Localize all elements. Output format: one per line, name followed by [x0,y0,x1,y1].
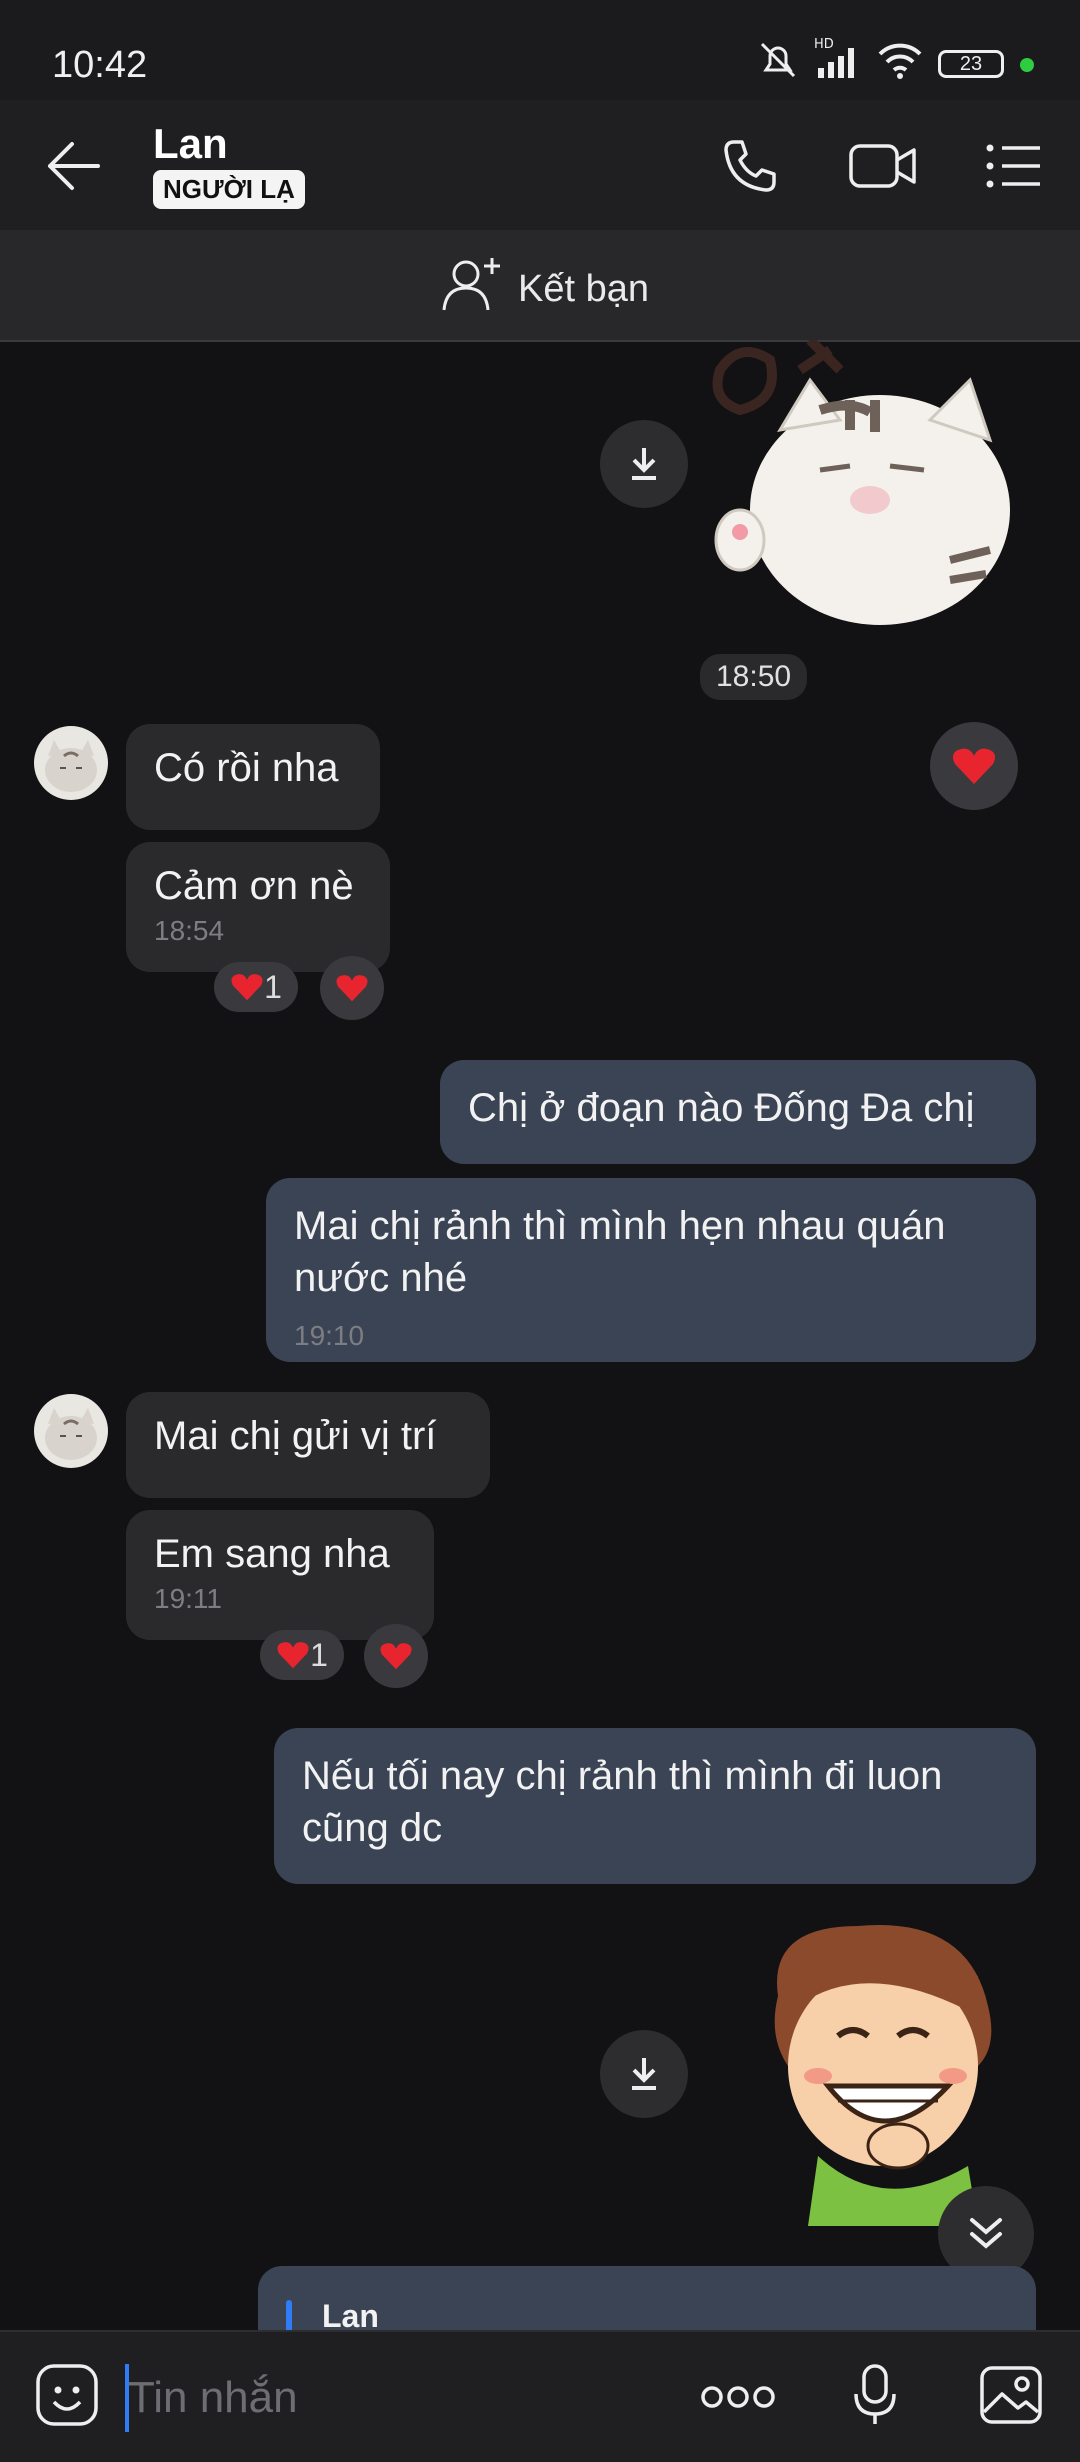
message-input[interactable] [128,2368,648,2428]
heart-reaction-button[interactable] [320,956,384,1020]
incoming-message[interactable]: Mai chị gửi vị trí [126,1392,490,1498]
download-button[interactable] [600,2030,688,2118]
more-options-icon[interactable] [700,2382,776,2417]
network-badge: HD [814,37,834,52]
heart-icon [953,748,995,784]
video-call-icon[interactable] [848,140,918,197]
heart-icon [231,974,263,1001]
download-icon [632,448,656,480]
reaction-summary[interactable]: 1 [260,1630,344,1680]
reaction-count: 1 [264,968,282,1005]
contact-name[interactable]: Lan [153,120,228,168]
message-text: Chị ở đoạn nào Đống Đa chị [468,1086,975,1130]
privacy-dot [1020,58,1034,72]
heart-icon [277,1642,309,1669]
add-friend-label[interactable]: Kết bạn [518,268,649,311]
heart-icon [336,975,368,1002]
status-time: 10:42 [52,44,148,86]
outgoing-message[interactable]: Mai chị rảnh thì mình hẹn nhau quán nước… [266,1178,1036,1362]
sticker-timestamp: 18:50 [700,654,808,700]
stranger-badge: NGƯỜI LẠ [153,170,305,209]
reaction-summary[interactable]: 1 [214,962,298,1012]
message-timestamp: 18:54 [154,915,225,946]
download-icon [632,2058,656,2090]
heart-icon [380,1643,412,1670]
avatar[interactable] [34,726,108,800]
message-text: Mai chị rảnh thì mình hẹn nhau quán nước… [294,1204,946,1300]
message-text: Em sang nha [154,1532,390,1576]
image-gallery-icon[interactable] [978,2364,1044,2431]
wifi-icon [876,40,924,85]
message-timestamp: 19:10 [294,1320,365,1351]
boy-sticker[interactable] [748,1916,1018,2231]
reaction-count: 1 [310,1636,328,1673]
incoming-message[interactable]: Em sang nha 19:11 [126,1510,434,1640]
message-timestamp: 19:11 [154,1583,222,1614]
heart-reaction-button[interactable] [364,1624,428,1688]
message-text: Có rồi nha [154,746,339,790]
outgoing-message[interactable]: Nếu tối nay chị rảnh thì mình đi luon cũ… [274,1728,1036,1884]
message-text: Nếu tối nay chị rảnh thì mình đi luon cũ… [302,1754,943,1850]
heart-reaction-button[interactable] [930,722,1018,810]
incoming-message[interactable]: Cảm ơn nè 18:54 [126,842,390,972]
battery-icon: 23 [938,50,1004,78]
sticker-emoji-icon[interactable] [34,2362,100,2433]
menu-icon[interactable] [986,144,1042,193]
message-text: Mai chị gửi vị trí [154,1414,437,1458]
outgoing-message[interactable]: Chị ở đoạn nào Đống Đa chị [440,1060,1036,1164]
microphone-icon[interactable] [852,2362,898,2433]
back-icon[interactable] [46,140,102,197]
avatar[interactable] [34,1394,108,1468]
double-chevron-down-icon [970,2218,1002,2249]
cat-sticker[interactable] [700,336,1040,635]
incoming-message[interactable]: Có rồi nha [126,724,380,830]
mute-icon [756,40,800,85]
phone-call-icon[interactable] [720,136,780,201]
message-text: Cảm ơn nè [154,864,354,908]
add-friend-icon[interactable] [440,254,506,319]
download-button[interactable] [600,420,688,508]
signal-icon: HD [812,34,864,87]
